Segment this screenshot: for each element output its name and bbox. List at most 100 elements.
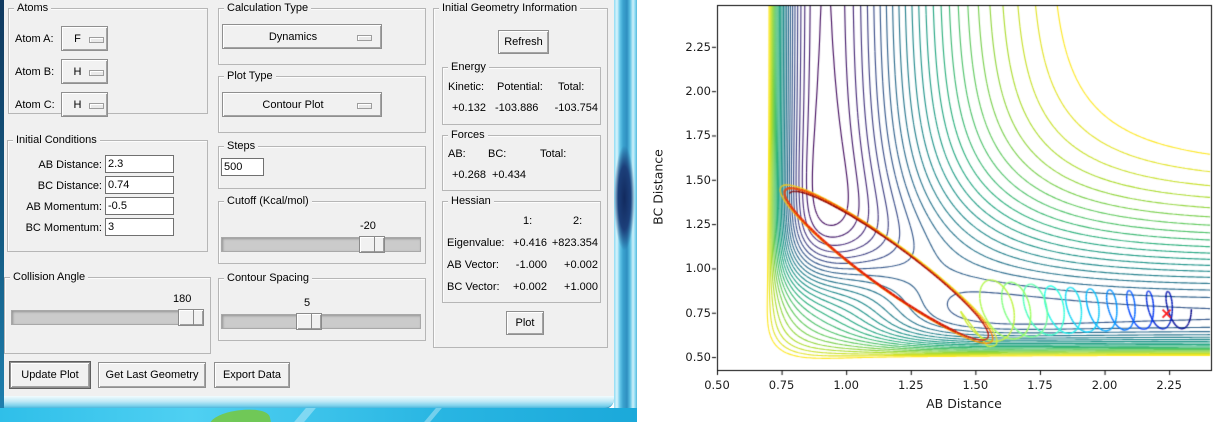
energy-group: Energy Kinetic: Potential: Total: +0.132…: [442, 60, 601, 125]
dropdown-indicator-icon: [357, 35, 372, 41]
hessian-col1-header: 1:: [523, 215, 533, 227]
y-tick-label: 1.75: [685, 128, 711, 143]
update-plot-button-label: Update Plot: [21, 369, 79, 381]
desktop-wallpaper: [0, 404, 637, 422]
hessian-bc-vector-1: +0.002: [513, 281, 547, 293]
dropdown-indicator-icon: [357, 103, 372, 109]
geometry-info-title: Initial Geometry Information: [439, 1, 581, 16]
dropdown-indicator-icon: [89, 37, 104, 43]
ab-momentum-field[interactable]: [105, 197, 174, 215]
forces-group: Forces AB: BC: Total: +0.268 +0.434: [442, 128, 601, 191]
forces-ab-value: +0.268: [452, 169, 486, 181]
forces-bc-header: BC:: [488, 148, 507, 160]
contour-plot-figure: AB Distance BC Distance 0.50 0.75 1.00 1.25…: [637, 0, 1221, 422]
atom-b-label: Atom B:: [15, 66, 55, 78]
contour-spacing-value: 5: [304, 297, 311, 309]
initial-conditions-title: Initial Conditions: [13, 133, 100, 148]
atom-b-dropdown[interactable]: H: [61, 59, 108, 84]
x-tick-label: 1.00: [833, 378, 859, 392]
y-axis-label: BC Distance: [650, 149, 666, 225]
x-tick-label: 1.50: [962, 378, 989, 392]
forces-total-header: Total:: [540, 148, 567, 160]
collision-angle-slider-handle[interactable]: [178, 309, 204, 326]
contour-spacing-title: Contour Spacing: [224, 271, 312, 286]
collision-angle-group: Collision Angle 180: [4, 270, 211, 354]
atom-a-value: F: [74, 32, 81, 45]
calculation-type-group: Calculation Type Dynamics: [218, 1, 426, 65]
steps-title: Steps: [224, 139, 259, 154]
hessian-ab-vector-2: +0.002: [564, 259, 598, 271]
cutoff-value: -20: [360, 220, 376, 232]
y-tick-label: 2.00: [685, 84, 711, 99]
energy-kinetic-value: +0.132: [452, 102, 486, 114]
plot-type-value: Contour Plot: [262, 98, 324, 111]
y-tick-label: 0.50: [685, 350, 711, 365]
energy-title: Energy: [448, 60, 489, 75]
energy-kinetic-header: Kinetic:: [448, 81, 485, 93]
atom-c-value: H: [73, 98, 82, 111]
x-tick-label: 0.50: [704, 378, 730, 392]
screen: Atoms Atom A: F Atom B: H Atom C: H Init…: [0, 0, 1221, 422]
y-tick-label: 1.50: [685, 172, 711, 187]
energy-potential-value: -103.886: [495, 102, 539, 114]
plot-type-title: Plot Type: [224, 69, 276, 84]
x-tick-label: 2.25: [1156, 378, 1182, 392]
window-border-right: [614, 0, 637, 409]
get-last-geometry-button[interactable]: Get Last Geometry: [98, 362, 206, 388]
ab-distance-field[interactable]: [105, 155, 174, 173]
steps-field[interactable]: [221, 158, 264, 176]
cutoff-slider[interactable]: [221, 236, 421, 253]
geometry-info-group: Initial Geometry Information Refresh Ene…: [433, 1, 608, 348]
export-data-button-label: Export Data: [222, 369, 282, 381]
atom-c-dropdown[interactable]: H: [61, 92, 108, 117]
collision-angle-title: Collision Angle: [10, 270, 89, 285]
contour-spacing-group: Contour Spacing 5: [218, 271, 426, 341]
hessian-bc-vector-2: +1.000: [564, 281, 598, 293]
cutoff-slider-handle[interactable]: [359, 236, 385, 253]
bc-momentum-field[interactable]: [105, 218, 174, 236]
y-tick-label: 0.75: [685, 305, 711, 320]
dropdown-indicator-icon: [89, 103, 104, 109]
energy-potential-header: Potential:: [497, 81, 543, 93]
atom-a-label: Atom A:: [15, 33, 54, 45]
contour-spacing-slider[interactable]: [221, 313, 421, 330]
x-tick-label: 0.75: [768, 378, 795, 392]
atoms-group-title: Atoms: [14, 1, 52, 16]
simulation-control-window: Atoms Atom A: F Atom B: H Atom C: H Init…: [4, 0, 614, 396]
plot-type-dropdown[interactable]: Contour Plot: [222, 92, 382, 117]
wallpaper-glow: [614, 128, 637, 268]
collision-angle-slider[interactable]: [11, 309, 204, 326]
refresh-button[interactable]: Refresh: [498, 30, 549, 54]
ab-momentum-label: AB Momentum:: [26, 201, 102, 213]
x-axis-label: AB Distance: [926, 396, 1002, 411]
calculation-type-dropdown[interactable]: Dynamics: [222, 24, 382, 49]
cutoff-group: Cutoff (Kcal/mol) -20: [218, 194, 426, 264]
plot-button[interactable]: Plot: [506, 311, 544, 335]
bc-distance-field[interactable]: [105, 176, 174, 194]
calculation-type-title: Calculation Type: [224, 1, 312, 16]
atom-a-dropdown[interactable]: F: [61, 26, 108, 51]
export-data-button[interactable]: Export Data: [214, 362, 290, 388]
hessian-ab-vector-label: AB Vector:: [447, 259, 499, 271]
collision-angle-value: 180: [173, 293, 192, 305]
atoms-group: Atoms Atom A: F Atom B: H Atom C: H: [8, 1, 208, 117]
update-plot-button[interactable]: Update Plot: [10, 362, 90, 388]
plot-type-group: Plot Type Contour Plot: [218, 69, 426, 133]
contour-plot-canvas: [637, 0, 1221, 422]
x-tick-label: 2.00: [1091, 378, 1118, 392]
forces-ab-header: AB:: [448, 148, 466, 160]
x-tick-label: 1.25: [897, 378, 924, 392]
energy-total-header: Total:: [558, 81, 585, 93]
y-tick-label: 2.25: [685, 39, 711, 54]
dropdown-indicator-icon: [89, 70, 104, 76]
forces-bc-value: +0.434: [492, 169, 526, 181]
y-tick-label: 1.00: [685, 261, 711, 276]
contour-spacing-slider-handle[interactable]: [296, 313, 322, 330]
cutoff-title: Cutoff (Kcal/mol): [224, 194, 312, 209]
hessian-ab-vector-1: -1.000: [515, 259, 547, 271]
bc-distance-label: BC Distance:: [37, 180, 102, 192]
bc-momentum-label: BC Momentum:: [25, 222, 102, 234]
atom-b-value: H: [73, 65, 82, 78]
x-tick-label: 1.75: [1027, 378, 1053, 392]
calculation-type-value: Dynamics: [268, 30, 318, 43]
